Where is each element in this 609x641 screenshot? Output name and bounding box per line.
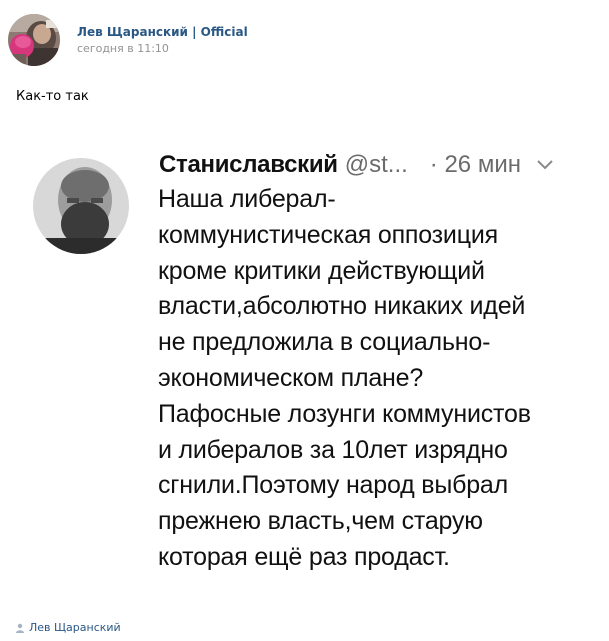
- tweet-text-line: экономическом плане?: [158, 363, 424, 392]
- tweet-text-line: Пафосные лозунги коммунистов: [158, 399, 531, 428]
- chevron-down-icon: [535, 158, 555, 172]
- tweet-text-line: Наша либерал-: [158, 185, 336, 213]
- post-meta: Лев Щаранский | Official сегодня в 11:10: [77, 24, 248, 56]
- tweet-avatar-image: [33, 158, 129, 254]
- signer-name-link[interactable]: Лев Щаранский: [29, 621, 121, 635]
- tweet-text-line: сгнили.Поэтому народ выбрал: [158, 471, 509, 500]
- tweet-text-line: коммунистическая оппозиция: [158, 220, 498, 249]
- tweet-text-line: которая ещё раз продаст.: [158, 542, 450, 571]
- post-signer[interactable]: Лев Щаранский: [16, 620, 121, 636]
- post-text: Как-то так: [16, 89, 89, 104]
- tweet-text-line: власти,абсолютно никаких идей: [158, 292, 526, 321]
- post-date[interactable]: сегодня в 11:10: [77, 41, 248, 56]
- tweet-text: Наша либерал- коммунистическая оппозиция…: [158, 182, 603, 576]
- tweet-text-line: и либералов за 10лет изрядно: [158, 435, 508, 464]
- tweet-avatar: [33, 158, 129, 254]
- tweet-author-handle: @st...: [344, 151, 408, 178]
- tweet-text-line: не предложила в социально-: [158, 328, 491, 357]
- tweet-text-line: кроме критики действующий: [158, 256, 485, 285]
- avatar-image: [8, 14, 60, 66]
- user-icon: [16, 623, 24, 633]
- author-avatar[interactable]: [8, 14, 60, 66]
- post-header: Лев Щаранский | Official сегодня в 11:10: [8, 12, 248, 68]
- author-name-link[interactable]: Лев Щаранский | Official: [77, 24, 248, 40]
- tweet-header: Станиславский @st... · 26 мин: [159, 150, 589, 180]
- tweet-text-line: прежнею власть,чем старую: [158, 507, 483, 536]
- tweet-screenshot[interactable]: Станиславский @st... · 26 мин Наша либер…: [0, 130, 609, 600]
- tweet-time: · 26 мин: [429, 151, 521, 178]
- tweet-author-name: Станиславский: [159, 151, 338, 178]
